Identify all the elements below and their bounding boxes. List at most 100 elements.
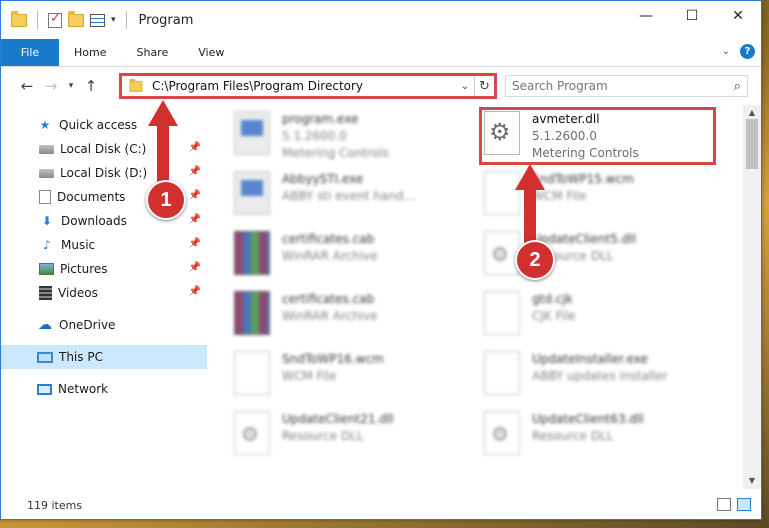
tab-file[interactable]: File [1,39,59,66]
view-switcher [717,498,751,511]
customize-toolbar-chevron-icon[interactable]: ▾ [111,15,116,25]
pin-icon[interactable]: 📌 [189,142,201,153]
divider [125,11,127,29]
nav-onedrive[interactable]: ☁ OneDrive [1,313,207,337]
avmeter-highlight-box [479,107,716,165]
folder-icon [129,78,143,92]
refresh-icon[interactable]: ↻ [474,76,494,96]
disk-icon [39,144,54,154]
exe-file-icon [234,171,270,215]
nav-this-pc[interactable]: This PC [1,345,207,369]
up-arrow-icon[interactable]: ↑ [81,77,101,95]
address-bar[interactable]: C:\Program Files\Program Directory ⌄ ↻ [119,73,497,99]
file-name: certificates.cab [282,292,375,306]
new-folder-icon[interactable] [68,10,84,27]
file-description: Metering Controls [282,146,389,160]
file-description: Resource DLL [282,429,364,443]
folder-icon [11,10,27,27]
star-icon: ★ [39,118,51,132]
file-description: WCM File [532,189,587,203]
pin-icon[interactable]: 📌 [189,286,201,297]
file-tile[interactable]: certificates.cab WinRAR Archive [208,225,448,281]
tab-share[interactable]: Share [121,39,183,66]
file-tile[interactable]: certificates.cab WinRAR Archive [208,285,448,341]
file-description: ABBY sti event hand... [282,189,415,203]
address-dropdown-chevron-icon[interactable]: ⌄ [456,81,474,92]
file-description: WinRAR Archive [282,309,378,323]
dll-file-icon [484,231,520,275]
search-input[interactable] [512,79,712,93]
file-tile[interactable]: gtd.cjk CJK File [458,285,698,341]
exe-file-icon [234,111,270,155]
scroll-thumb[interactable] [746,119,758,169]
archive-file-icon [234,291,270,335]
search-icon[interactable]: ⌕ [734,79,741,94]
title-bar: ▾ Program — ☐ ✕ [1,1,761,39]
pin-icon[interactable]: 📌 [189,262,201,273]
file-tile[interactable]: UpdateInstaller.exe ABBY updates installe… [458,345,698,401]
callout-arrowhead-2 [515,164,545,190]
pictures-icon [39,263,54,275]
nav-label: Network [58,382,109,396]
file-name: UpdateClient21.dll [282,412,394,426]
forward-arrow-icon[interactable]: → [41,77,61,95]
file-tile[interactable]: UpdateClient21.dll Resource DLL [208,405,448,461]
videos-icon [39,286,52,300]
nav-label: Quick access [59,118,138,132]
help-icon[interactable]: ? [740,44,755,59]
nav-label: Local Disk (C:) [60,142,147,156]
nav-local-disk-c[interactable]: Local Disk (C:) 📌 [1,137,207,161]
nav-label: Videos [58,286,98,300]
navigation-pane: ★ Quick access Local Disk (C:) 📌 Local D… [1,105,207,489]
recent-locations-chevron-icon[interactable]: ▾ [65,81,77,91]
nav-music[interactable]: ♪ Music 📌 [1,233,207,257]
file-explorer-window: ▾ Program — ☐ ✕ File Home Share View ⌄ ?… [0,0,762,520]
back-arrow-icon[interactable]: ← [17,77,37,95]
nav-videos[interactable]: Videos 📌 [1,281,207,305]
search-box[interactable]: ⌕ [505,75,748,97]
expand-ribbon-chevron-icon[interactable]: ⌄ [722,46,730,57]
nav-label: This PC [59,350,103,364]
music-icon: ♪ [43,238,51,252]
downloads-icon: ⬇ [41,214,53,228]
divider [37,11,38,29]
scroll-down-icon[interactable]: ▼ [743,473,761,489]
properties-check-icon[interactable] [48,11,62,28]
tab-home[interactable]: Home [59,39,121,66]
window-title: Program [138,12,194,28]
window-controls: — ☐ ✕ [623,1,761,31]
dll-file-icon [484,411,520,455]
vertical-scrollbar[interactable]: ▲ ▼ [743,105,761,489]
file-name: gtd.cjk [532,292,573,306]
ribbon-tabs: File Home Share View ⌄ ? [1,39,761,67]
file-tile[interactable]: UpdateClient63.dll Resource DLL [458,405,698,461]
file-tile[interactable]: UpdateClient5.dllResource DLL [458,225,698,281]
file-tile[interactable]: AbbyySTI.exe ABBY sti event hand... [208,165,448,221]
details-view-icon[interactable] [717,498,731,511]
file-tile[interactable]: SndToWP16.wcm WCM File [208,345,448,401]
pin-icon[interactable]: 📌 [189,166,201,177]
tab-view[interactable]: View [183,39,239,66]
pin-icon[interactable]: 📌 [189,190,201,201]
pin-icon[interactable]: 📌 [189,214,201,225]
minimize-button[interactable]: — [623,1,669,31]
nav-label: OneDrive [59,318,116,332]
maximize-button[interactable]: ☐ [669,1,715,31]
nav-network[interactable]: Network [1,377,207,401]
file-description: WinRAR Archive [282,249,378,263]
disk-icon [39,168,54,178]
address-path[interactable]: C:\Program Files\Program Directory [152,79,456,93]
close-button[interactable]: ✕ [715,1,761,31]
nav-local-disk-d[interactable]: Local Disk (D:) 📌 [1,161,207,185]
view-properties-icon[interactable] [90,13,105,27]
pin-icon[interactable]: 📌 [189,238,201,249]
cloud-icon: ☁ [38,317,52,333]
file-tile[interactable]: program.exe 5.1.2600.0 Metering Controls [208,105,448,161]
file-tile[interactable]: SndToWP15.wcm WCM File [458,165,698,221]
file-version: 5.1.2600.0 [282,129,347,143]
tiles-view-icon[interactable] [737,498,751,511]
nav-pictures[interactable]: Pictures 📌 [1,257,207,281]
file-description: CJK File [532,309,576,323]
dll-file-icon [234,411,270,455]
callout-arrow-1 [157,120,169,184]
